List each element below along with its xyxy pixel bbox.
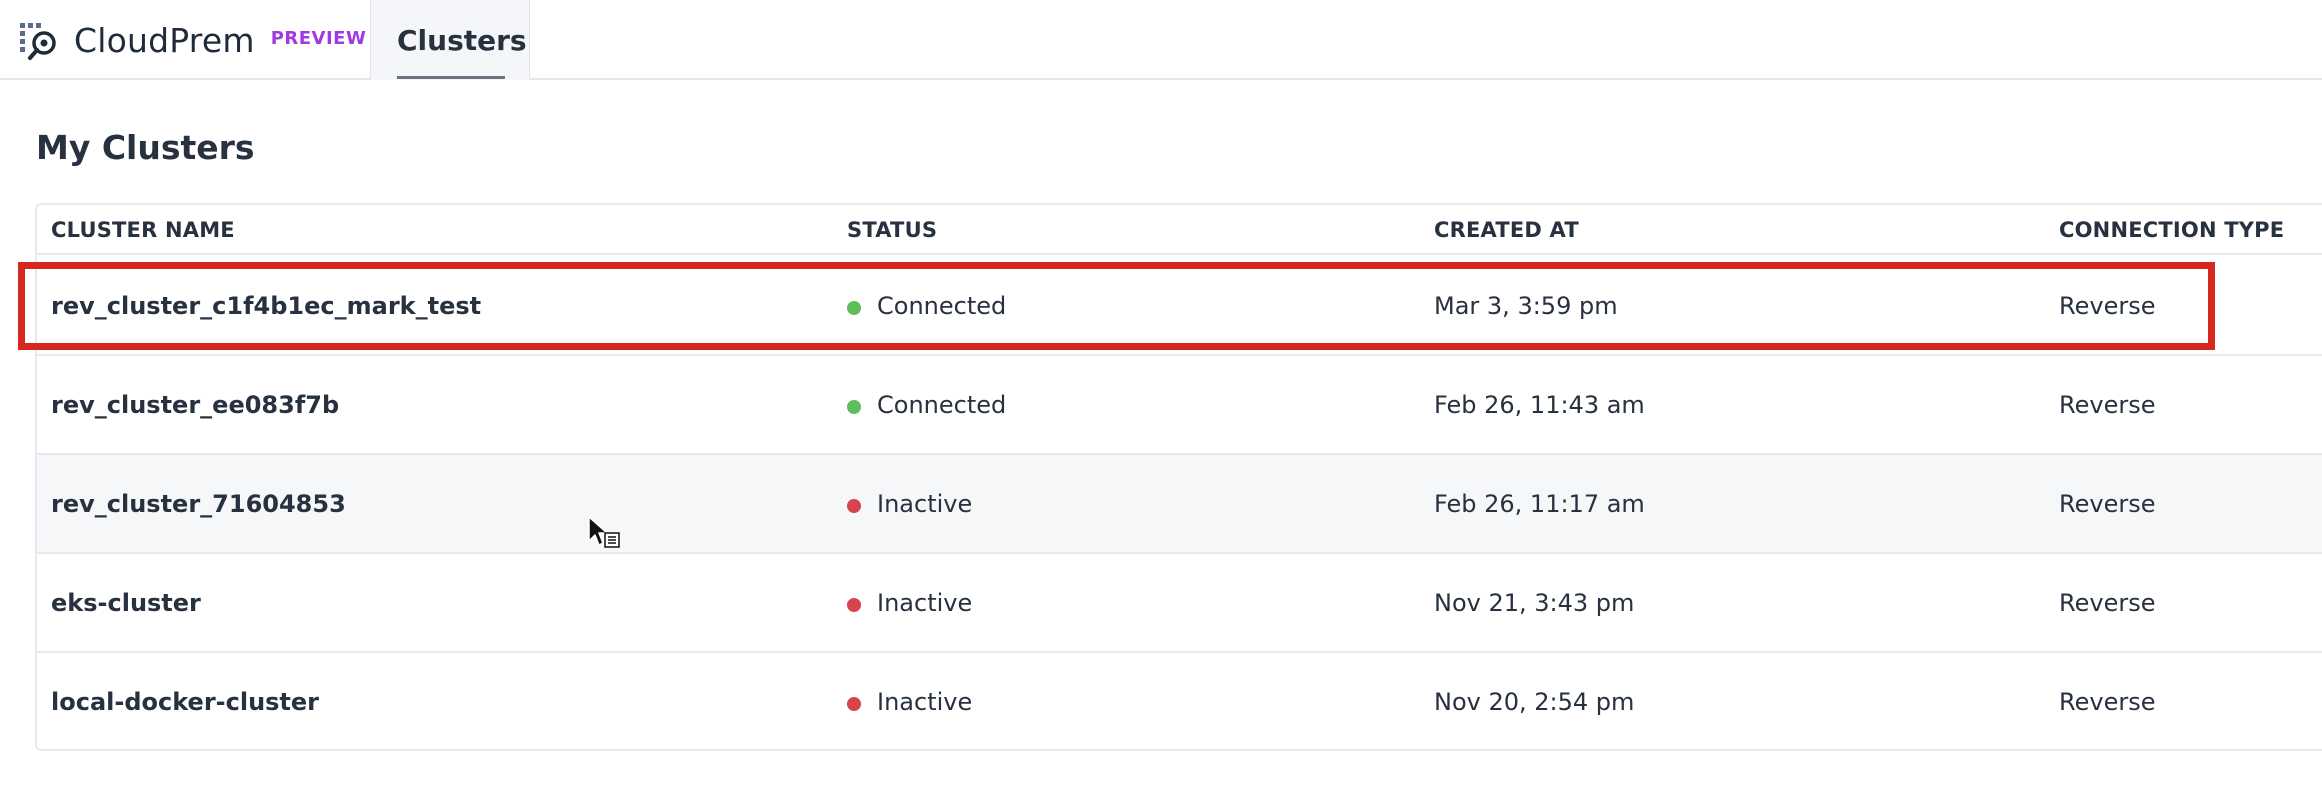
created-at: Feb 26, 11:43 am	[1434, 391, 1645, 419]
tab-clusters-label: Clusters	[397, 24, 527, 57]
status-dot-icon	[847, 301, 861, 315]
page-title: My Clusters	[36, 128, 255, 167]
connection-type: Reverse	[2059, 292, 2156, 320]
cluster-name[interactable]: local-docker-cluster	[51, 688, 319, 716]
cloudprem-logo-icon	[20, 23, 56, 60]
clusters-table: CLUSTER NAME STATUS CREATED AT CONNECTIO…	[35, 203, 2322, 751]
table-row[interactable]: rev_cluster_ee083f7b Connected Feb 26, 1…	[37, 356, 2322, 455]
mouse-cursor-icon	[588, 516, 620, 548]
brand[interactable]: CloudPrem PREVIEW	[18, 0, 366, 80]
status-text: Connected	[877, 391, 1007, 419]
status-text: Inactive	[877, 490, 973, 518]
status-text: Inactive	[877, 688, 973, 716]
connection-type: Reverse	[2059, 391, 2156, 419]
status-text: Connected	[877, 292, 1007, 320]
cluster-name[interactable]: rev_cluster_c1f4b1ec_mark_test	[51, 292, 481, 320]
column-header-status[interactable]: STATUS	[847, 218, 937, 242]
cluster-name[interactable]: rev_cluster_71604853	[51, 490, 346, 518]
created-at: Nov 21, 3:43 pm	[1434, 589, 1635, 617]
created-at: Feb 26, 11:17 am	[1434, 490, 1645, 518]
status-dot-icon	[847, 697, 861, 711]
connection-type: Reverse	[2059, 688, 2156, 716]
table-row[interactable]: rev_cluster_c1f4b1ec_mark_test Connected…	[37, 257, 2322, 356]
column-header-created-at[interactable]: CREATED AT	[1434, 218, 1579, 242]
column-header-cluster-name[interactable]: CLUSTER NAME	[51, 218, 235, 242]
connection-type: Reverse	[2059, 589, 2156, 617]
table-header: CLUSTER NAME STATUS CREATED AT CONNECTIO…	[37, 205, 2322, 255]
status-dot-icon	[847, 400, 861, 414]
table-row[interactable]: eks-cluster Inactive Nov 21, 3:43 pm Rev…	[37, 554, 2322, 653]
status-dot-icon	[847, 499, 861, 513]
app-name: CloudPrem	[74, 20, 255, 60]
tab-clusters[interactable]: Clusters	[370, 0, 530, 80]
active-tab-indicator	[397, 76, 505, 79]
created-at: Mar 3, 3:59 pm	[1434, 292, 1618, 320]
column-header-connection-type[interactable]: CONNECTION TYPE	[2059, 218, 2284, 242]
preview-badge: PREVIEW	[270, 27, 367, 49]
cluster-name[interactable]: eks-cluster	[51, 589, 201, 617]
table-row[interactable]: rev_cluster_71604853 Inactive Feb 26, 11…	[37, 455, 2322, 554]
status-text: Inactive	[877, 589, 973, 617]
created-at: Nov 20, 2:54 pm	[1434, 688, 1635, 716]
status-dot-icon	[847, 598, 861, 612]
connection-type: Reverse	[2059, 490, 2156, 518]
cluster-name[interactable]: rev_cluster_ee083f7b	[51, 391, 339, 419]
table-row[interactable]: local-docker-cluster Inactive Nov 20, 2:…	[37, 653, 2322, 749]
top-bar: CloudPrem PREVIEW Clusters	[0, 0, 2322, 80]
